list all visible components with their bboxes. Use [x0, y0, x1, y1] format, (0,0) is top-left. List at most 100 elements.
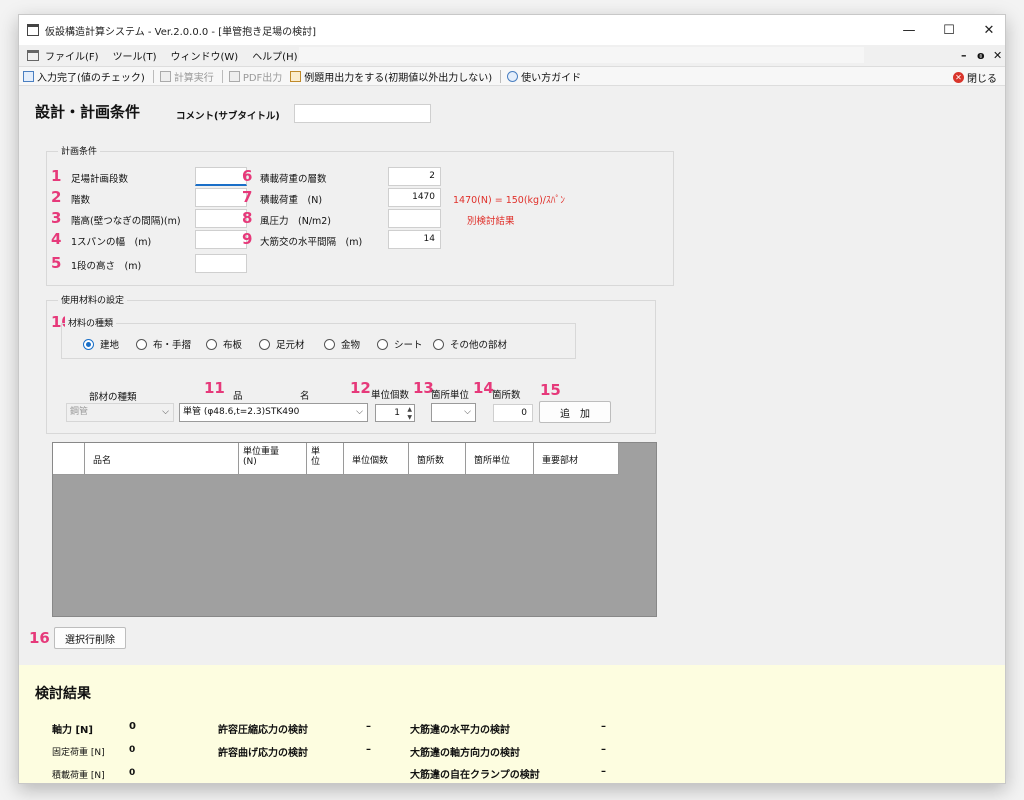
menu-file[interactable]: ファイル(F)	[45, 48, 99, 63]
close-form-label: 閉じる	[967, 73, 997, 85]
axial-force-value: 0	[129, 721, 136, 732]
live-load-input[interactable]: 1470	[388, 188, 441, 207]
example-output-button[interactable]: 例題用出力をする(初期値以外出力しない)	[290, 69, 492, 84]
delete-row-button[interactable]: 選択行削除	[54, 627, 126, 649]
radio-unchecked-icon	[259, 338, 270, 350]
radio-tateji-label: 建地	[100, 340, 120, 351]
grid-header-name[interactable]: 品名	[85, 443, 239, 475]
floor-height-input[interactable]	[195, 209, 247, 228]
guide-label: 使い方ガイド	[521, 72, 582, 84]
grid-header-important[interactable]: 重要部材	[534, 443, 619, 475]
grid-header-unit-weight[interactable]: 単位重量 (N)	[239, 443, 307, 475]
grid-header-unit[interactable]: 単 位	[307, 443, 344, 475]
row-number-4: 4	[51, 230, 62, 248]
results-title: 検討結果	[35, 686, 91, 702]
maximize-button[interactable]: ☐	[931, 15, 967, 45]
mdi-close-button[interactable]: ✕	[993, 45, 1002, 65]
span-width-label: 1スパンの幅 (m)	[71, 237, 152, 248]
product-name-label-2: 名	[300, 391, 310, 402]
bending-check-label: 許容曲げ応力の検討	[218, 748, 308, 759]
input-done-button[interactable]: 入力完了(値のチェック)	[23, 69, 145, 84]
radio-ashimoto[interactable]: 足元材	[259, 337, 305, 351]
floor-height-label: 階高(壁つなぎの間隔)(m)	[71, 216, 181, 227]
chevron-down-icon: ⌵	[356, 407, 363, 417]
results-panel: 検討結果 軸力 [N] 0 固定荷重 [N] 0 積載荷重 [N] 0 許容圧縮…	[19, 665, 1005, 783]
materials-grid[interactable]: 品名 単位重量 (N) 単 位 単位個数 箇所数 箇所単位 重要部材	[52, 442, 657, 617]
radio-nuno-tesuri-label: 布・手摺	[153, 340, 192, 351]
radio-unchecked-icon	[433, 338, 444, 350]
calc-button[interactable]: 計算実行	[159, 69, 214, 84]
place-unit-select[interactable]: ⌵	[431, 403, 476, 422]
chevron-down-icon: ⌵	[464, 407, 471, 417]
load-layers-input[interactable]: 2	[388, 167, 441, 186]
product-name-select[interactable]: 単管 (φ48.6,t=2.3)STK490 ⌵	[179, 403, 368, 422]
part-type-select[interactable]: 鋼管 ⌵	[66, 403, 174, 422]
place-count-input[interactable]: 0	[493, 404, 533, 422]
span-width-input[interactable]	[195, 230, 247, 249]
toolbar-separator	[152, 69, 154, 83]
spinner-arrows-icon[interactable]: ▲ ▼	[407, 406, 412, 422]
grid-header-place-count[interactable]: 箇所数	[409, 443, 466, 475]
add-button[interactable]: 追 加	[539, 401, 611, 423]
minimize-button[interactable]: —	[891, 15, 927, 45]
row-number-11: 11	[204, 379, 225, 397]
pdf-icon	[228, 70, 240, 82]
row-number-8: 8	[242, 209, 253, 227]
guide-button[interactable]: 使い方ガイド	[507, 69, 581, 84]
live-load-label: 積載荷重 (N)	[260, 195, 323, 206]
close-window-button[interactable]: ✕	[971, 15, 1005, 45]
brace-spacing-input[interactable]: 14	[388, 230, 441, 249]
unit-count-stepper[interactable]: 1 ▲ ▼	[375, 404, 415, 422]
menu-help[interactable]: ヘルプ(H)	[252, 48, 297, 63]
menu-tools[interactable]: ツール(T)	[113, 48, 157, 63]
product-name-value: 単管 (φ48.6,t=2.3)STK490	[183, 407, 300, 417]
mdi-restore-button[interactable]: ɵ	[977, 45, 985, 65]
example-output-label: 例題用出力をする(初期値以外出力しない)	[304, 72, 493, 84]
radio-tateji[interactable]: 建地	[83, 337, 119, 351]
radio-nunoita[interactable]: 布板	[206, 337, 242, 351]
pencil-icon	[290, 70, 302, 82]
live-load-result-value: 0	[129, 768, 136, 778]
radio-kanamono[interactable]: 金物	[324, 337, 360, 351]
pdf-button[interactable]: PDF出力	[228, 69, 283, 84]
radio-unchecked-icon	[136, 338, 147, 350]
radio-nuno-tesuri[interactable]: 布・手摺	[136, 337, 191, 351]
material-settings-title: 使用材料の設定	[58, 293, 128, 306]
row-number-2: 2	[51, 188, 62, 206]
row-number-3: 3	[51, 209, 62, 227]
grid-header-unit-count[interactable]: 単位個数	[344, 443, 409, 475]
input-done-label: 入力完了(値のチェック)	[37, 72, 145, 84]
calc-label: 計算実行	[173, 72, 214, 84]
brace-clamp-label: 大筋違の自在クランプの検討	[410, 770, 540, 781]
brace-horizontal-label: 大筋違の水平力の検討	[410, 725, 510, 736]
row-number-6: 6	[242, 167, 253, 185]
close-circle-icon: ✕	[953, 71, 964, 83]
pdf-label: PDF出力	[242, 72, 283, 84]
comment-input[interactable]	[294, 104, 431, 123]
row-number-12: 12	[350, 379, 371, 397]
floors-input[interactable]	[195, 188, 247, 207]
menu-bar: ファイル(F) ツール(T) ウィンドウ(W) ヘルプ(H)	[19, 45, 1005, 65]
stage-height-input[interactable]	[195, 254, 247, 273]
brace-horizontal-value: –	[601, 721, 606, 732]
radio-ashimoto-label: 足元材	[276, 340, 305, 351]
compression-check-label: 許容圧縮応力の検討	[218, 725, 308, 736]
menu-window[interactable]: ウィンドウ(W)	[170, 48, 238, 63]
unit-count-value: 1	[394, 408, 400, 418]
grid-header-place-unit[interactable]: 箇所単位	[466, 443, 534, 475]
radio-other-label: その他の部材	[450, 340, 508, 351]
bending-check-value: –	[366, 744, 371, 755]
mdi-document-icon	[27, 49, 39, 61]
mdi-minimize-button[interactable]: –	[961, 45, 967, 65]
unit-count-label: 単位個数	[371, 390, 410, 401]
stage-count-input[interactable]	[195, 167, 247, 186]
floors-label: 階数	[71, 195, 91, 206]
toolbar: 入力完了(値のチェック) 計算実行 PDF出力 例題用出力をする(初期値以外出力…	[19, 66, 1005, 86]
app-window: 仮設構造計算システム - Ver.2.0.0.0 - [単管抱き足場の検討] —…	[18, 14, 1006, 784]
app-icon	[27, 24, 39, 36]
radio-other[interactable]: その他の部材	[433, 337, 507, 351]
radio-sheet[interactable]: シート	[377, 337, 423, 351]
close-form-button[interactable]: ✕ 閉じる	[953, 67, 997, 87]
wind-pressure-input[interactable]	[388, 209, 441, 228]
wind-pressure-label: 風圧力 (N/m2)	[260, 216, 332, 227]
